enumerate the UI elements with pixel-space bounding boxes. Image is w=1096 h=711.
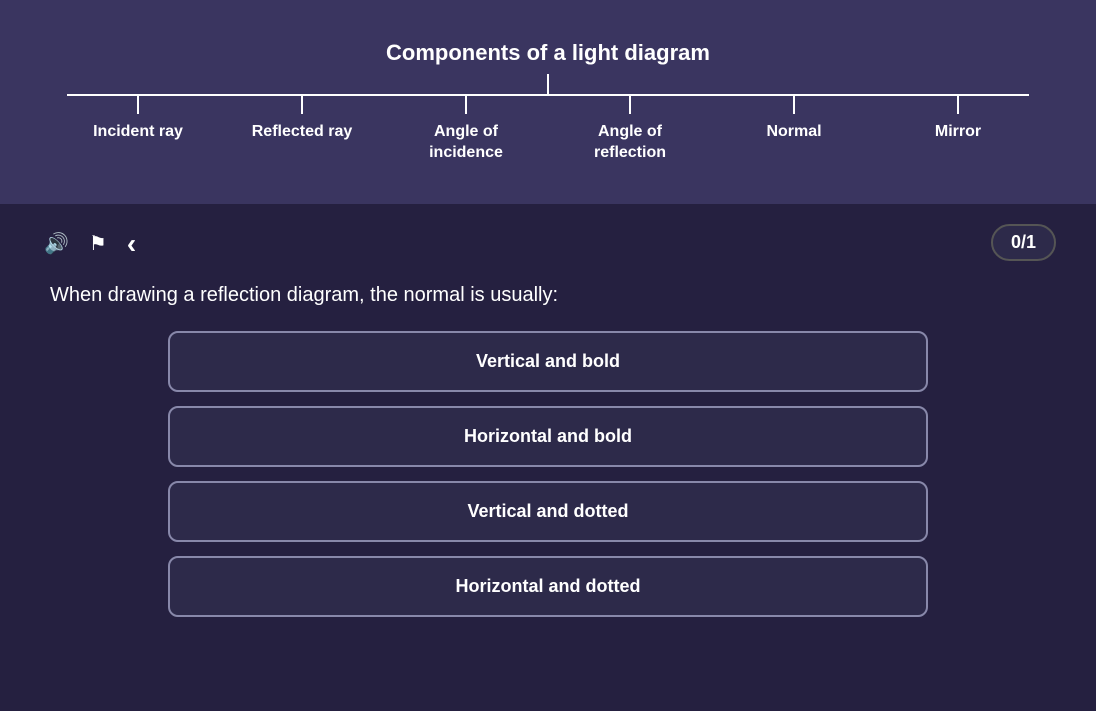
- back-button[interactable]: ‹: [123, 224, 140, 264]
- branch-label-angle-reflection: Angle ofreflection: [594, 122, 666, 164]
- branches-row: Incident ray Reflected ray Angle ofincid…: [58, 94, 1038, 164]
- branch-label-incident-ray: Incident ray: [93, 122, 183, 143]
- option-3[interactable]: Vertical and dotted: [168, 481, 928, 542]
- flag-button[interactable]: ⚑: [85, 227, 111, 260]
- score-current: 0: [1011, 232, 1021, 252]
- option-1[interactable]: Vertical and bold: [168, 331, 928, 392]
- branch-label-reflected-ray: Reflected ray: [252, 122, 353, 143]
- branch-reflected-ray: Reflected ray: [222, 94, 382, 164]
- diagram-section: Components of a light diagram Incident r…: [0, 0, 1096, 204]
- question-text: When drawing a reflection diagram, the n…: [50, 284, 1056, 307]
- quiz-section: 🔊 ⚑ ‹ 0/1 When drawing a reflection diag…: [0, 204, 1096, 711]
- option-4[interactable]: Horizontal and dotted: [168, 556, 928, 617]
- h-line: [67, 94, 1029, 96]
- option-2[interactable]: Horizontal and bold: [168, 406, 928, 467]
- branch-label-mirror: Mirror: [935, 122, 981, 143]
- sound-button[interactable]: 🔊: [40, 227, 73, 260]
- branch-label-angle-incidence: Angle ofincidence: [429, 122, 503, 164]
- branch-incident-ray: Incident ray: [58, 94, 218, 164]
- diagram-title: Components of a light diagram: [386, 40, 710, 66]
- score-badge: 0/1: [991, 224, 1056, 261]
- branch-angle-reflection: Angle ofreflection: [550, 94, 710, 164]
- branch-mirror: Mirror: [878, 94, 1038, 164]
- score-total: 1: [1026, 232, 1036, 252]
- toolbar: 🔊 ⚑ ‹: [40, 224, 1056, 264]
- branch-normal: Normal: [714, 94, 874, 164]
- vertical-stem: [547, 74, 549, 94]
- options-container: Vertical and bold Horizontal and bold Ve…: [168, 331, 928, 617]
- branch-label-normal: Normal: [766, 122, 821, 143]
- branch-angle-incidence: Angle ofincidence: [386, 94, 546, 164]
